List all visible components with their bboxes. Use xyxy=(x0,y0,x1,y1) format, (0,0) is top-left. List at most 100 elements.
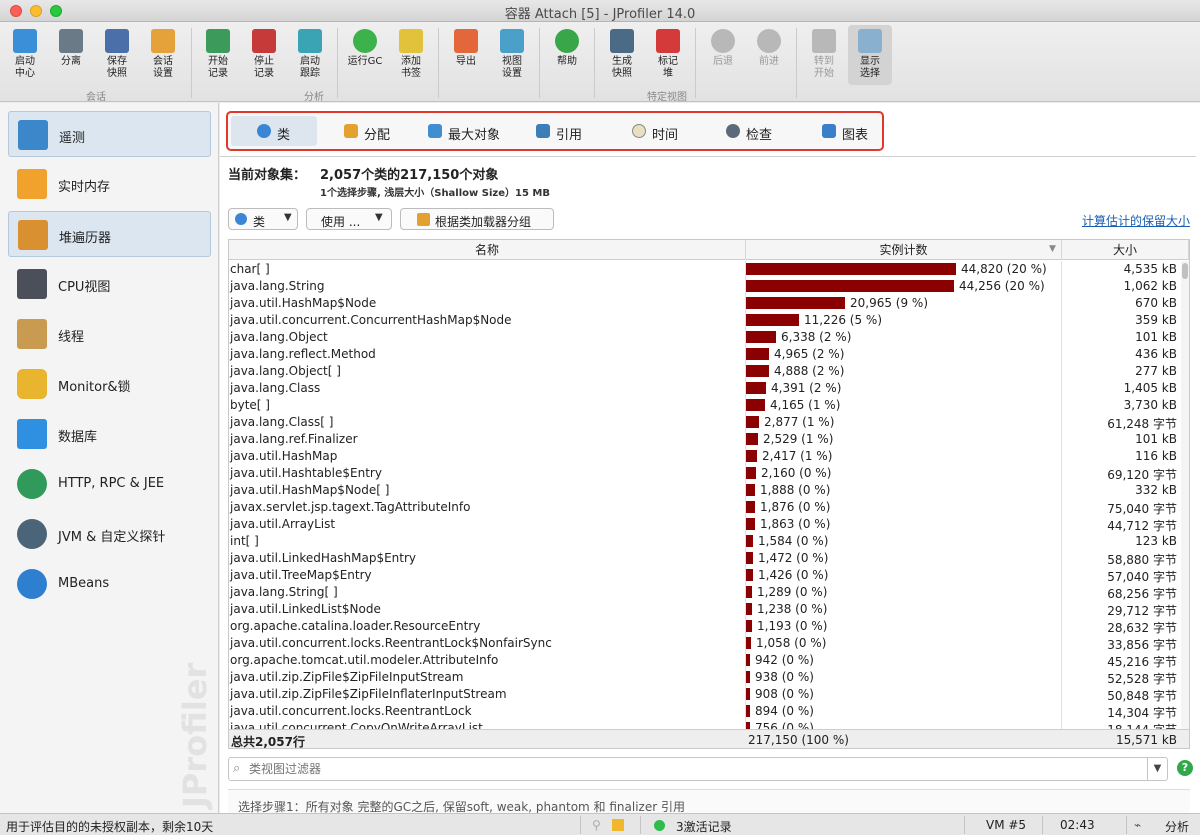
mark-heap-button[interactable]: 标记堆 xyxy=(646,25,690,85)
save-snapshot-button[interactable]: 保存 快照 xyxy=(95,25,139,85)
bookmark-pin-icon[interactable]: ⚲ xyxy=(592,818,601,832)
table-row[interactable]: java.lang.ref.Finalizer 2,529 (1 %) 101 kB xyxy=(229,431,1181,448)
size-cell: 670 kB xyxy=(1135,296,1177,310)
start-recording-button[interactable]: 开始 记录 xyxy=(196,25,240,85)
table-row[interactable]: java.lang.String[ ] 1,289 (0 %) 68,256 字节 xyxy=(229,584,1181,601)
column-header-name[interactable]: 名称 xyxy=(229,240,746,260)
show-selection-button[interactable]: 显示 选择 xyxy=(848,25,892,85)
session-settings-button[interactable]: 会话 设置 xyxy=(141,25,185,85)
sidebar-item-mbeans[interactable]: MBeans xyxy=(8,561,211,607)
sidebar-item-databases[interactable]: 数据库 xyxy=(8,411,211,457)
size-cell: 436 kB xyxy=(1135,347,1177,361)
size-cell: 33,856 字节 xyxy=(1107,638,1177,652)
table-row[interactable]: java.lang.Object[ ] 4,888 (2 %) 277 kB xyxy=(229,363,1181,380)
vertical-scrollbar[interactable] xyxy=(1181,261,1189,729)
table-row[interactable]: java.lang.Class 4,391 (2 %) 1,405 kB xyxy=(229,380,1181,397)
table-row[interactable]: java.util.HashMap 2,417 (1 %) 116 kB xyxy=(229,448,1181,465)
table-row[interactable]: java.util.HashMap$Node[ ] 1,888 (0 %) 332 … xyxy=(229,482,1181,499)
table-row[interactable]: java.lang.Class[ ] 2,877 (1 %) 61,248 字节 xyxy=(229,414,1181,431)
sidebar-item-threads[interactable]: 线程 xyxy=(8,311,211,357)
table-row[interactable]: byte[ ] 4,165 (1 %) 3,730 kB xyxy=(229,397,1181,414)
go-to-start-button[interactable]: 转到 开始 xyxy=(802,25,846,85)
table-row[interactable]: java.util.zip.ZipFile$ZipFileInflaterInp… xyxy=(229,686,1181,703)
column-header-instance-count[interactable]: 实例计数 xyxy=(746,240,1062,260)
class-name-cell: java.util.HashMap$Node xyxy=(230,296,377,310)
run-gc-button[interactable]: 运行GC xyxy=(343,25,387,85)
thread-spool-icon xyxy=(17,319,47,349)
size-cell: 52,528 字节 xyxy=(1107,672,1177,686)
take-snapshot-button[interactable]: 生成 快照 xyxy=(600,25,644,85)
back-button[interactable]: 后退 xyxy=(701,25,745,85)
table-row[interactable]: javax.servlet.jsp.tagext.TagAttributeInf… xyxy=(229,499,1181,516)
tab-inspections[interactable]: 检查 xyxy=(708,116,788,146)
table-row[interactable]: java.util.concurrent.locks.ReentrantLock… xyxy=(229,635,1181,652)
tab-graph[interactable]: 图表 xyxy=(804,116,880,146)
instance-count-bar xyxy=(746,705,750,717)
table-row[interactable]: org.apache.catalina.loader.ResourceEntry… xyxy=(229,618,1181,635)
instance-count-cell: 938 (0 %) xyxy=(755,670,814,684)
table-row[interactable]: char[ ] 44,820 (20 %) 4,535 kB xyxy=(229,261,1181,278)
class-name-cell: java.util.concurrent.ConcurrentHashMap$N… xyxy=(230,313,512,327)
table-row[interactable]: java.util.zip.ZipFile$ZipFileInputStream… xyxy=(229,669,1181,686)
table-row[interactable]: java.lang.Object 6,338 (2 %) 101 kB xyxy=(229,329,1181,346)
detach-button[interactable]: 分离 xyxy=(49,25,93,85)
active-recordings[interactable]: 3激活记录 xyxy=(676,818,732,835)
table-row[interactable]: int[ ] 1,584 (0 %) 123 kB xyxy=(229,533,1181,550)
table-row[interactable]: java.util.LinkedList$Node 1,238 (0 %) 29,7… xyxy=(229,601,1181,618)
table-row[interactable]: java.util.Hashtable$Entry 2,160 (0 %) 69,1… xyxy=(229,465,1181,482)
export-button[interactable]: 导出 xyxy=(444,25,488,85)
table-row[interactable]: org.apache.tomcat.util.modeler.Attribute… xyxy=(229,652,1181,669)
flag-icon[interactable] xyxy=(612,819,624,831)
mbeans-globe-icon xyxy=(17,569,47,599)
table-row[interactable]: java.util.HashMap$Node 20,965 (9 %) 670 kB xyxy=(229,295,1181,312)
tab-references[interactable]: 引用 xyxy=(518,116,598,146)
tab-biggest-objects[interactable]: 最大对象 xyxy=(410,116,510,146)
instance-count-bar xyxy=(746,450,757,462)
add-bookmark-button[interactable]: 添加 书签 xyxy=(389,25,433,85)
tab-classes[interactable]: 类 xyxy=(231,116,317,146)
table-row[interactable]: java.util.concurrent.locks.ReentrantLock… xyxy=(229,703,1181,720)
status-separator xyxy=(1042,816,1043,834)
instance-count-cell: 1,472 (0 %) xyxy=(758,551,829,565)
filter-input[interactable] xyxy=(249,761,1139,777)
use-menu-button[interactable]: 使用 ... ▼ xyxy=(306,208,392,230)
sidebar-item-jvm-probes[interactable]: JVM & 自定义探针 xyxy=(8,511,211,557)
class-name-cell: org.apache.catalina.loader.ResourceEntry xyxy=(230,619,481,633)
column-header-size[interactable]: 大小 xyxy=(1062,240,1189,260)
class-name-cell: java.util.concurrent.locks.ReentrantLock… xyxy=(230,636,552,650)
table-row[interactable]: java.lang.reflect.Method 4,965 (2 %) 436 k… xyxy=(229,346,1181,363)
table-row[interactable]: java.util.ArrayList 1,863 (0 %) 44,712 字节 xyxy=(229,516,1181,533)
sidebar-item-heap-walker[interactable]: 堆遍历器 xyxy=(8,211,211,257)
start-center-button[interactable]: 启动 中心 xyxy=(3,25,47,85)
table-row[interactable]: java.util.concurrent.ConcurrentHashMap$N… xyxy=(229,312,1181,329)
size-cell: 69,120 字节 xyxy=(1107,468,1177,482)
sidebar-item-cpu-views[interactable]: CPU视图 xyxy=(8,261,211,307)
instance-count-bar xyxy=(746,552,753,564)
scrollbar-thumb[interactable] xyxy=(1182,263,1188,279)
sidebar-item-telemetry[interactable]: 遥测 xyxy=(8,111,211,157)
forward-button[interactable]: 前进 xyxy=(747,25,791,85)
filter-options-dropdown[interactable]: ▼ xyxy=(1147,758,1167,780)
table-row[interactable]: java.util.LinkedHashMap$Entry 1,472 (0 %)… xyxy=(229,550,1181,567)
sidebar-item-monitors-locks[interactable]: Monitor&锁 xyxy=(8,361,211,407)
aggregation-select[interactable]: 类 ▼ xyxy=(228,208,298,230)
sidebar-item-http-rpc-jee[interactable]: HTTP, RPC & JEE xyxy=(8,461,211,507)
table-row[interactable]: java.lang.String 44,256 (20 %) 1,062 kB xyxy=(229,278,1181,295)
size-cell: 1,062 kB xyxy=(1123,279,1177,293)
tab-time[interactable]: 时间 xyxy=(614,116,694,146)
stop-recording-button[interactable]: 停止 记录 xyxy=(242,25,286,85)
tab-allocations[interactable]: 分配 xyxy=(324,116,404,146)
table-row[interactable]: java.util.concurrent.CopyOnWriteArrayLis… xyxy=(229,720,1181,729)
help-icon[interactable]: ? xyxy=(1177,760,1193,776)
group-by-classloader-button[interactable]: 根据类加载器分组 xyxy=(400,208,554,230)
class-view-filter[interactable]: ⌕ ▼ xyxy=(228,757,1168,781)
instance-count-bar xyxy=(746,297,845,309)
instance-count-bar xyxy=(746,263,956,275)
view-settings-button[interactable]: 视图 设置 xyxy=(490,25,534,85)
start-tracking-button[interactable]: 启动 跟踪 xyxy=(288,25,332,85)
sidebar-item-live-memory[interactable]: 实时内存 xyxy=(8,161,211,207)
table-row[interactable]: java.util.TreeMap$Entry 1,426 (0 %) 57,040… xyxy=(229,567,1181,584)
total-count: 217,150 (100 %) xyxy=(748,733,849,747)
calculate-retained-sizes-link[interactable]: 计算估计的保留大小 xyxy=(1082,212,1190,229)
help-button[interactable]: 帮助 xyxy=(545,25,589,85)
